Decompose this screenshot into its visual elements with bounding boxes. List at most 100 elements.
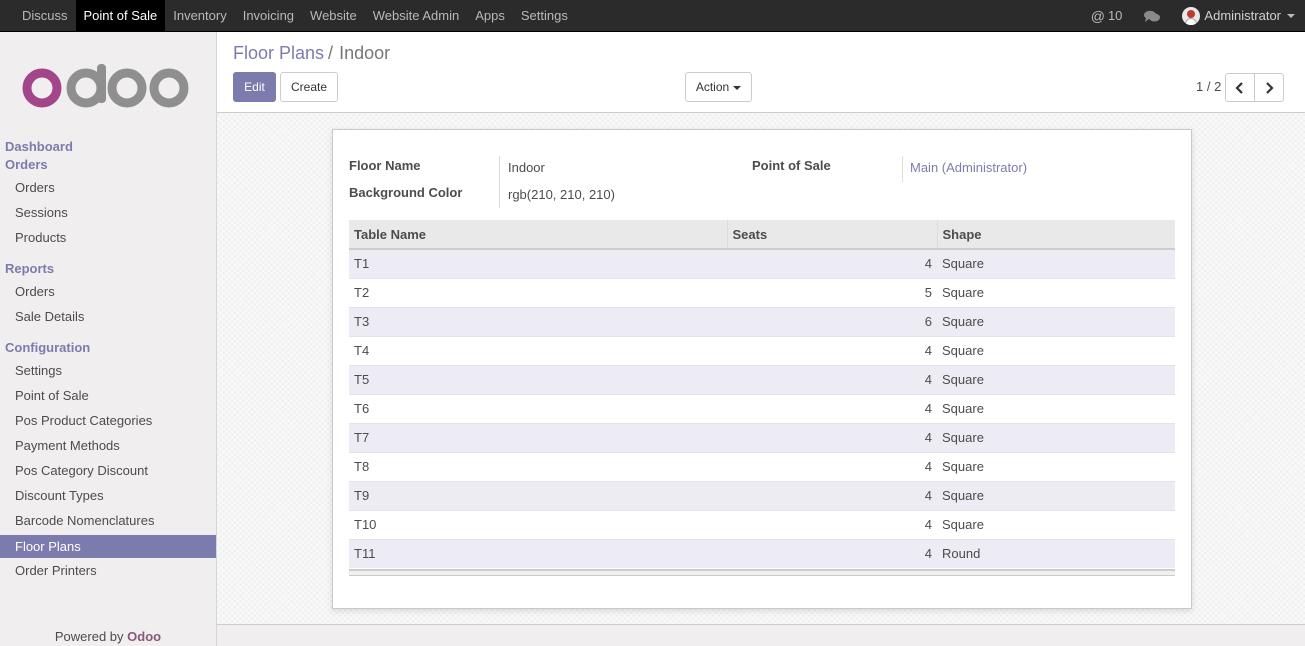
table-row[interactable]: T2 5 Square — [349, 277, 1175, 307]
sidebar-section-reports[interactable]: Reports — [5, 261, 54, 276]
user-name: Administrator — [1204, 8, 1281, 23]
point-of-sale-link[interactable]: Main (Administrator) — [910, 160, 1027, 175]
cell-table-name: T6 — [349, 393, 727, 423]
sidebar-item-barcode-nomenclatures[interactable]: Barcode Nomenclatures — [0, 509, 216, 532]
cell-seats: 4 — [727, 248, 937, 278]
table-header-row: Table Name Seats Shape — [349, 220, 1175, 250]
cell-table-name: T11 — [349, 538, 727, 568]
cell-table-name: T10 — [349, 509, 727, 539]
pager-value[interactable]: 1 / 2 — [1196, 79, 1221, 94]
table-row[interactable]: T5 4 Square — [349, 364, 1175, 394]
cell-seats: 5 — [727, 277, 937, 307]
caret-down-icon — [733, 85, 742, 90]
menu-apps[interactable]: Apps — [467, 0, 513, 31]
field-divider — [499, 156, 500, 208]
sidebar-item-payment-methods[interactable]: Payment Methods — [0, 434, 216, 457]
cell-seats: 4 — [727, 538, 937, 568]
cell-seats: 4 — [727, 480, 937, 510]
table-row[interactable]: T6 4 Square — [349, 393, 1175, 423]
menu-point-of-sale[interactable]: Point of Sale — [75, 0, 166, 31]
pager-previous-button[interactable] — [1225, 73, 1255, 102]
sidebar-item-discount-types[interactable]: Discount Types — [0, 484, 216, 507]
table-row[interactable]: T10 4 Square — [349, 509, 1175, 539]
sidebar-section-configuration[interactable]: Configuration — [5, 340, 90, 355]
cell-table-name: T7 — [349, 422, 727, 452]
menu-settings[interactable]: Settings — [513, 0, 576, 31]
column-header-table-name[interactable]: Table Name — [349, 220, 728, 250]
sidebar-section-orders[interactable]: Orders — [5, 157, 48, 172]
powered-by-brand[interactable]: Odoo — [127, 629, 161, 644]
table-row[interactable]: T9 4 Square — [349, 480, 1175, 510]
cell-seats: 4 — [727, 335, 937, 365]
menu-invoicing[interactable]: Invoicing — [235, 0, 302, 31]
table-row[interactable]: T4 4 Square — [349, 335, 1175, 365]
sidebar-item-products[interactable]: Products — [0, 226, 216, 249]
create-button[interactable]: Create — [280, 72, 338, 102]
cell-shape: Round — [937, 538, 1175, 568]
sidebar: Dashboard Orders Orders Sessions Product… — [0, 32, 217, 646]
menu-website-admin[interactable]: Website Admin — [365, 0, 467, 31]
sidebar-item-settings[interactable]: Settings — [0, 359, 216, 382]
point-of-sale-label: Point of Sale — [752, 158, 831, 173]
floor-name-label: Floor Name — [349, 158, 421, 173]
sidebar-item-point-of-sale[interactable]: Point of Sale — [0, 384, 216, 407]
sidebar-item-orders[interactable]: Orders — [0, 176, 216, 199]
sidebar-item-pos-category-discount[interactable]: Pos Category Discount — [0, 459, 216, 482]
cell-seats: 6 — [727, 306, 937, 336]
table-row[interactable]: T7 4 Square — [349, 422, 1175, 452]
cell-shape: Square — [937, 480, 1175, 510]
sidebar-item-report-orders[interactable]: Orders — [0, 280, 216, 303]
menu-website[interactable]: Website — [302, 0, 365, 31]
breadcrumb-floor-plans[interactable]: Floor Plans — [233, 43, 324, 63]
powered-by-text: Powered by — [54, 629, 124, 644]
edit-button[interactable]: Edit — [233, 72, 276, 102]
cell-table-name: T9 — [349, 480, 727, 510]
cell-table-name: T2 — [349, 277, 727, 307]
cell-seats: 4 — [727, 451, 937, 481]
column-header-seats[interactable]: Seats — [727, 220, 938, 250]
cell-table-name: T4 — [349, 335, 727, 365]
at-icon: @ — [1090, 7, 1105, 24]
avatar — [1182, 6, 1201, 25]
breadcrumb: Floor Plans / Indoor — [233, 43, 390, 64]
cell-shape: Square — [937, 277, 1175, 307]
column-header-shape[interactable]: Shape — [937, 220, 1175, 250]
sidebar-section-dashboard[interactable]: Dashboard — [5, 139, 73, 154]
action-dropdown[interactable]: Action — [685, 72, 752, 102]
table-row[interactable]: T3 6 Square — [349, 306, 1175, 336]
sidebar-item-order-printers[interactable]: Order Printers — [0, 559, 216, 582]
table-row[interactable]: T11 4 Round — [349, 538, 1175, 568]
tables-list: Table Name Seats Shape T1 4 Square T2 5 Squar… — [349, 220, 1175, 568]
background-color-label: Background Color — [349, 185, 463, 200]
odoo-logo[interactable] — [22, 64, 192, 115]
cell-shape: Square — [937, 422, 1175, 452]
pager-next-button[interactable] — [1254, 73, 1284, 102]
cell-table-name: T5 — [349, 364, 727, 394]
table-row[interactable]: T8 4 Square — [349, 451, 1175, 481]
menu-discuss[interactable]: Discuss — [14, 0, 76, 31]
mentions-count: 10 — [1107, 8, 1123, 23]
chevron-left-icon — [1235, 81, 1243, 94]
menu-inventory[interactable]: Inventory — [165, 0, 234, 31]
form-view-area: Floor Name Indoor Background Color rgb(2… — [217, 113, 1305, 624]
cell-shape: Square — [937, 306, 1175, 336]
chevron-right-icon — [1266, 81, 1274, 94]
background-color-value: rgb(210, 210, 210) — [508, 187, 615, 202]
main-menu: Discuss Point of Sale Inventory Invoicin… — [14, 0, 576, 32]
top-navbar: Discuss Point of Sale Inventory Invoicin… — [0, 0, 1305, 32]
table-body: T1 4 Square T2 5 Square T3 6 Square T4 4 Square T5 4 S… — [349, 248, 1175, 568]
sidebar-item-sale-details[interactable]: Sale Details — [0, 305, 216, 328]
control-panel: Floor Plans / Indoor Edit Create Action 1 … — [217, 32, 1305, 113]
cell-table-name: T1 — [349, 248, 727, 278]
mentions-button[interactable]: @ 10 — [1091, 8, 1123, 24]
user-menu[interactable]: Administrator — [1182, 6, 1295, 25]
field-divider — [902, 156, 903, 182]
table-row[interactable]: T1 4 Square — [349, 248, 1175, 278]
cell-seats: 4 — [727, 509, 937, 539]
sidebar-item-floor-plans[interactable]: Floor Plans — [0, 535, 216, 558]
cell-shape: Square — [937, 451, 1175, 481]
sidebar-item-sessions[interactable]: Sessions — [0, 201, 216, 224]
sidebar-item-pos-product-categories[interactable]: Pos Product Categories — [0, 409, 216, 432]
powered-by: Powered by Odoo — [0, 629, 216, 644]
chat-icon[interactable] — [1144, 10, 1161, 22]
